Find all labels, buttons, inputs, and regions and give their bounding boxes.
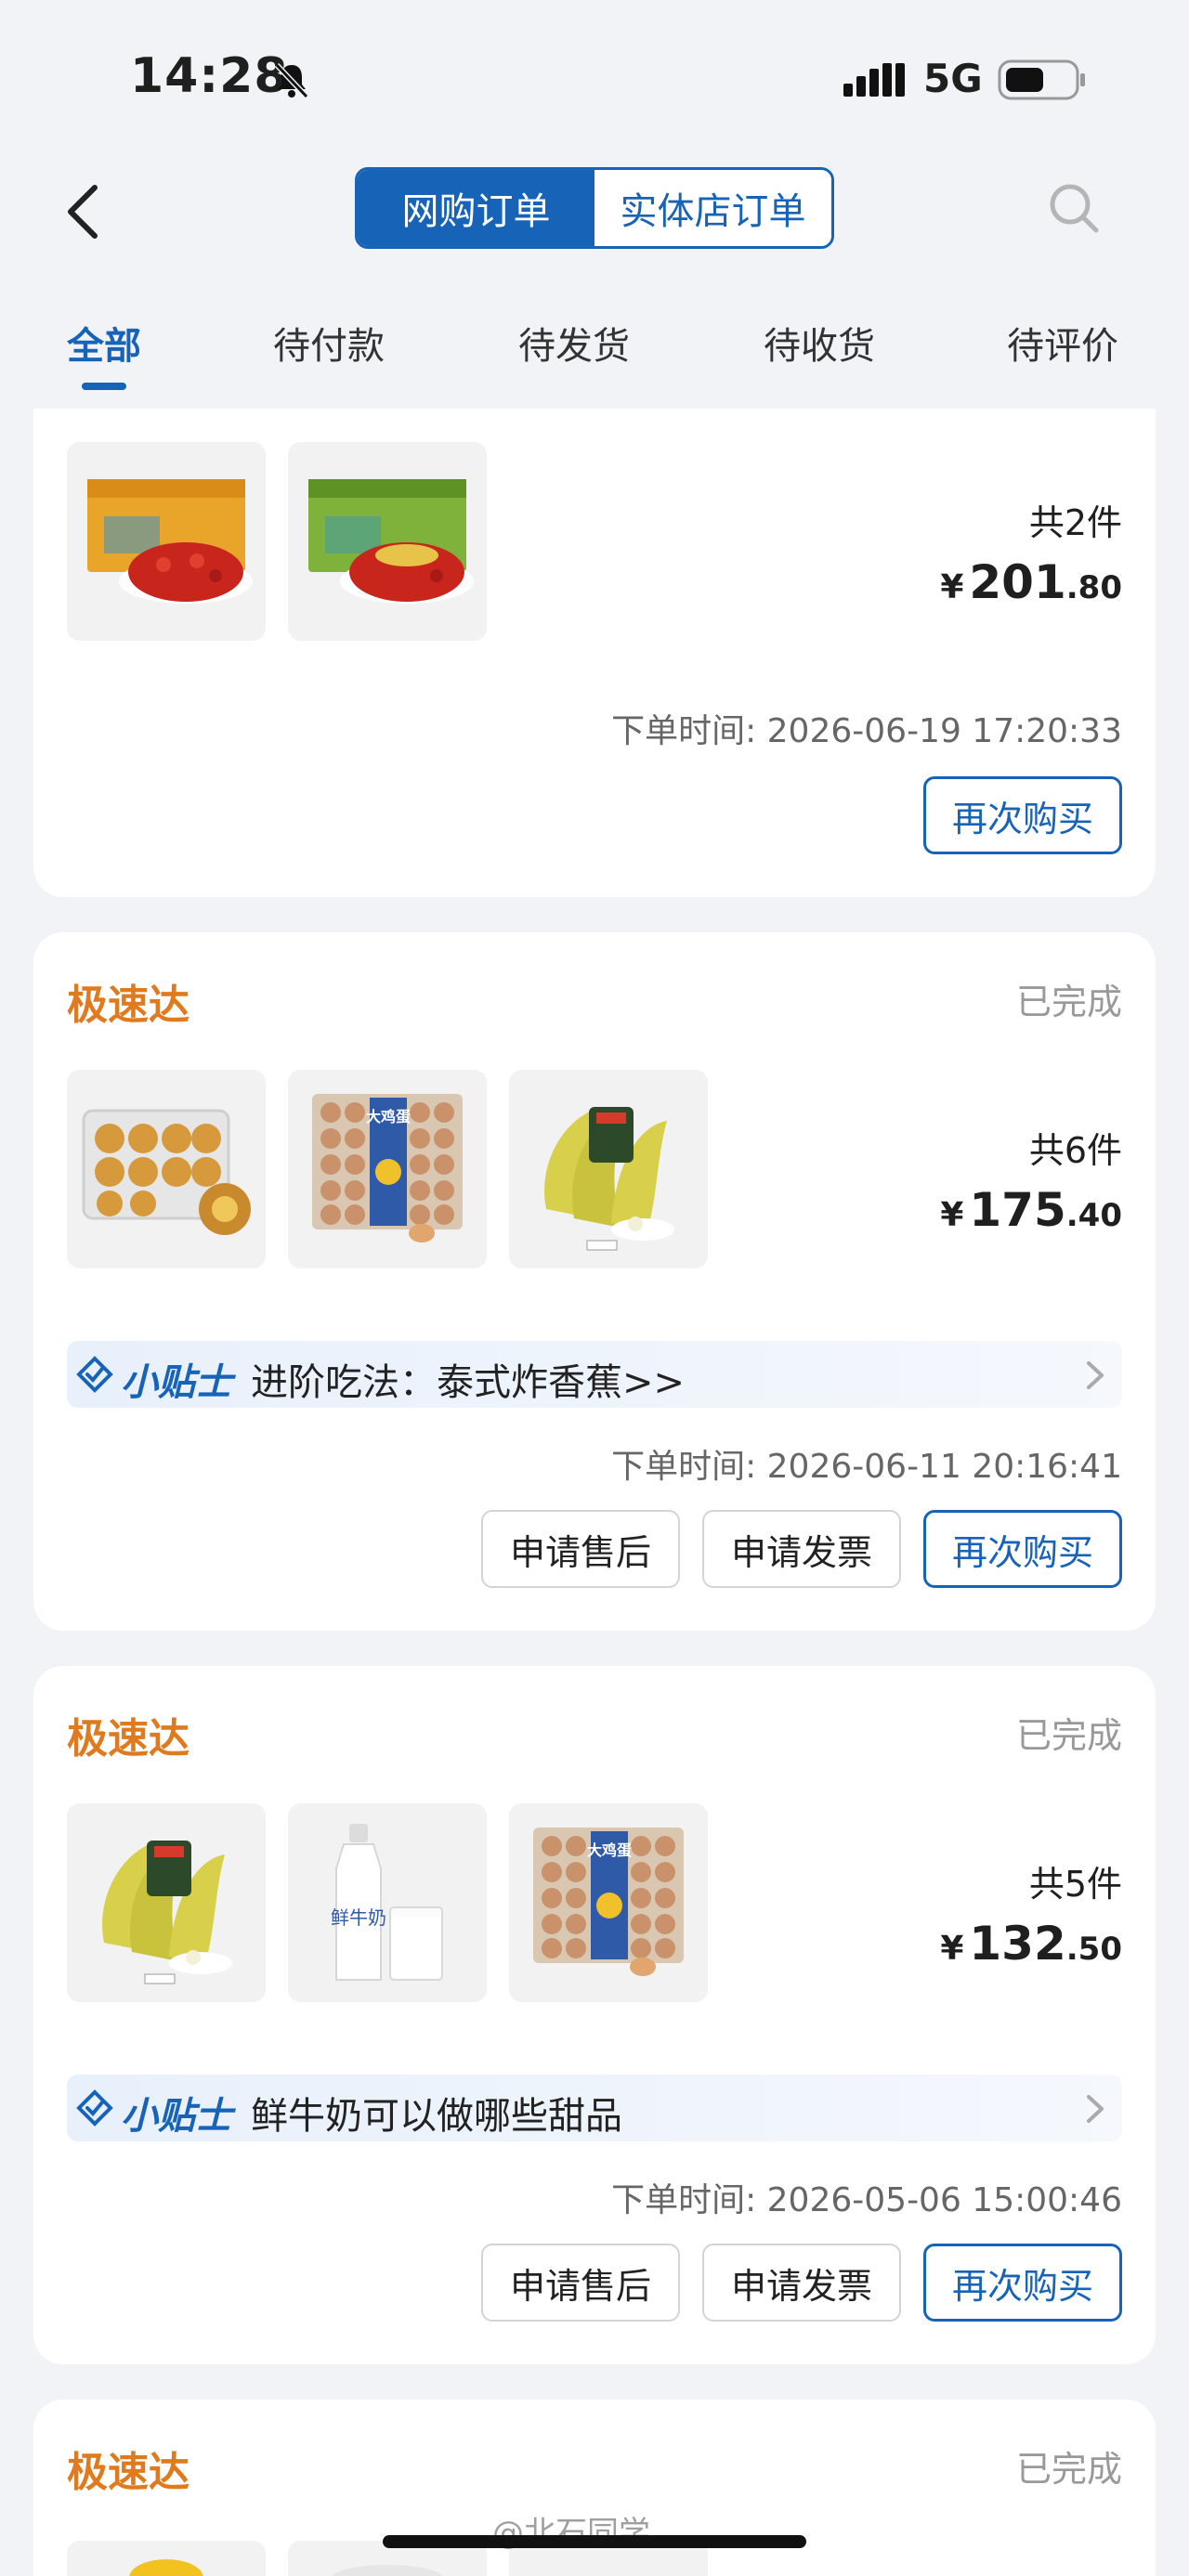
order-total: ¥201.80 [940,555,1122,609]
tip-text: 鲜牛奶可以做哪些甜品 [251,2095,622,2138]
after-sales-button[interactable]: 申请售后 [481,1510,680,1588]
nav-bar: 网购订单 实体店订单 [0,158,1189,260]
status-bar: 14:28 5G [0,0,1189,158]
product-thumbnail-milk[interactable]: 鲜牛奶 [288,1803,487,2002]
tab-pending-payment[interactable]: 待付款 [273,316,385,370]
home-indicator[interactable] [383,2535,806,2548]
price-currency: ¥ [940,1930,964,1968]
order-status: 已完成 [1015,1715,1122,1756]
chevron-left-icon [68,185,98,239]
diamond-check-icon [76,2089,113,2127]
milk-bottle-label: 鲜牛奶 [331,1906,386,1929]
item-count: 共6件 [1028,1130,1122,1171]
search-icon [1050,184,1099,233]
order-card[interactable]: 极速达 已完成 鲜牛奶 大鸡蛋 共5件 ¥ 132.50 小贴士 鲜牛奶可以做哪… [33,1666,1156,2364]
product-thumbnail-crayfish-garlic[interactable] [288,442,487,641]
product-thumbnail-pastry[interactable] [67,1070,266,1268]
price-integer: 132 [969,1917,1066,1971]
status-tabs: 全部 待付款 待发货 待收货 待评价 [0,306,1189,409]
price-currency: ¥ [940,1196,964,1234]
order-total: ¥132.50 [940,1917,1122,1971]
buy-again-button[interactable]: 再次购买 [923,776,1122,854]
price-decimal: .50 [1065,1931,1122,1968]
order-card[interactable]: 共2件 ¥201.80 下单时间: 2026-06-19 17:20:33 再次… [33,409,1156,897]
tip-text: 进阶吃法：泰式炸香蕉>> [251,1361,686,1404]
price-integer: 175 [969,1183,1066,1237]
item-count: 共2件 [1028,502,1122,543]
tab-store-orders[interactable]: 实体店订单 [594,170,831,246]
tip-label: 小贴士 [121,1361,232,1404]
order-time: 下单时间: 2026-05-06 15:00:46 [611,2181,1122,2219]
price-integer: 201 [969,555,1066,609]
tab-pending-shipment[interactable]: 待发货 [518,316,630,370]
store-name: 极速达 [67,1715,189,1763]
store-name: 极速达 [67,982,189,1029]
item-count: 共5件 [1028,1864,1122,1905]
buy-again-button[interactable]: 再次购买 [923,2244,1122,2322]
product-thumbnail[interactable] [67,2541,266,2576]
tip-label: 小贴士 [121,2095,232,2138]
buy-again-button[interactable]: 再次购买 [923,1510,1122,1588]
order-type-switch: 网购订单 实体店订单 [355,167,834,249]
product-thumbnail-eggs[interactable]: 大鸡蛋 [509,1803,708,2002]
order-status: 已完成 [1015,2449,1122,2490]
chevron-right-icon [1081,2093,1107,2125]
order-status: 已完成 [1015,982,1122,1022]
egg-box-brand-label: 大鸡蛋 [366,1108,411,1125]
active-tab-indicator [82,383,126,390]
egg-box-brand-label: 大鸡蛋 [587,1841,632,1859]
diamond-check-icon [76,1356,113,1393]
product-thumbnail-crayfish-spicy[interactable] [67,442,266,641]
after-sales-button[interactable]: 申请售后 [481,2244,680,2322]
order-time: 下单时间: 2026-06-19 17:20:33 [611,712,1122,750]
order-card[interactable]: 极速达 已完成 大鸡蛋 共6件 ¥ 175.40 小贴士 进阶吃法：泰式炸香蕉>… [33,932,1156,1631]
order-time: 下单时间: 2026-06-11 20:16:41 [611,1448,1122,1486]
product-thumbnail-eggs[interactable]: 大鸡蛋 [288,1070,487,1268]
tab-all[interactable]: 全部 [67,316,141,370]
search-button[interactable] [1044,178,1104,238]
request-invoice-button[interactable]: 申请发票 [702,1510,901,1588]
status-time: 14:28 [130,48,289,104]
bell-muted-icon [271,59,312,100]
order-total: ¥175.40 [940,1183,1122,1237]
signal-icon [842,59,907,100]
network-type: 5G [923,56,983,101]
product-thumbnail-bananas[interactable] [509,1070,708,1268]
product-thumbnail-bananas[interactable] [67,1803,266,2002]
tab-online-orders[interactable]: 网购订单 [358,170,594,246]
price-decimal: .80 [1065,569,1122,606]
price-decimal: .40 [1065,1197,1122,1234]
price-currency: ¥ [940,568,964,606]
tab-pending-review[interactable]: 待评价 [1007,316,1118,370]
battery-icon [998,58,1087,102]
store-name: 极速达 [67,2449,189,2496]
chevron-right-icon [1081,1360,1107,1391]
back-button[interactable] [56,175,111,249]
tip-banner[interactable]: 小贴士 鲜牛奶可以做哪些甜品 [67,2075,1122,2141]
request-invoice-button[interactable]: 申请发票 [702,2244,901,2322]
tip-banner[interactable]: 小贴士 进阶吃法：泰式炸香蕉>> [67,1341,1122,1408]
tab-pending-receipt[interactable]: 待收货 [764,316,875,370]
